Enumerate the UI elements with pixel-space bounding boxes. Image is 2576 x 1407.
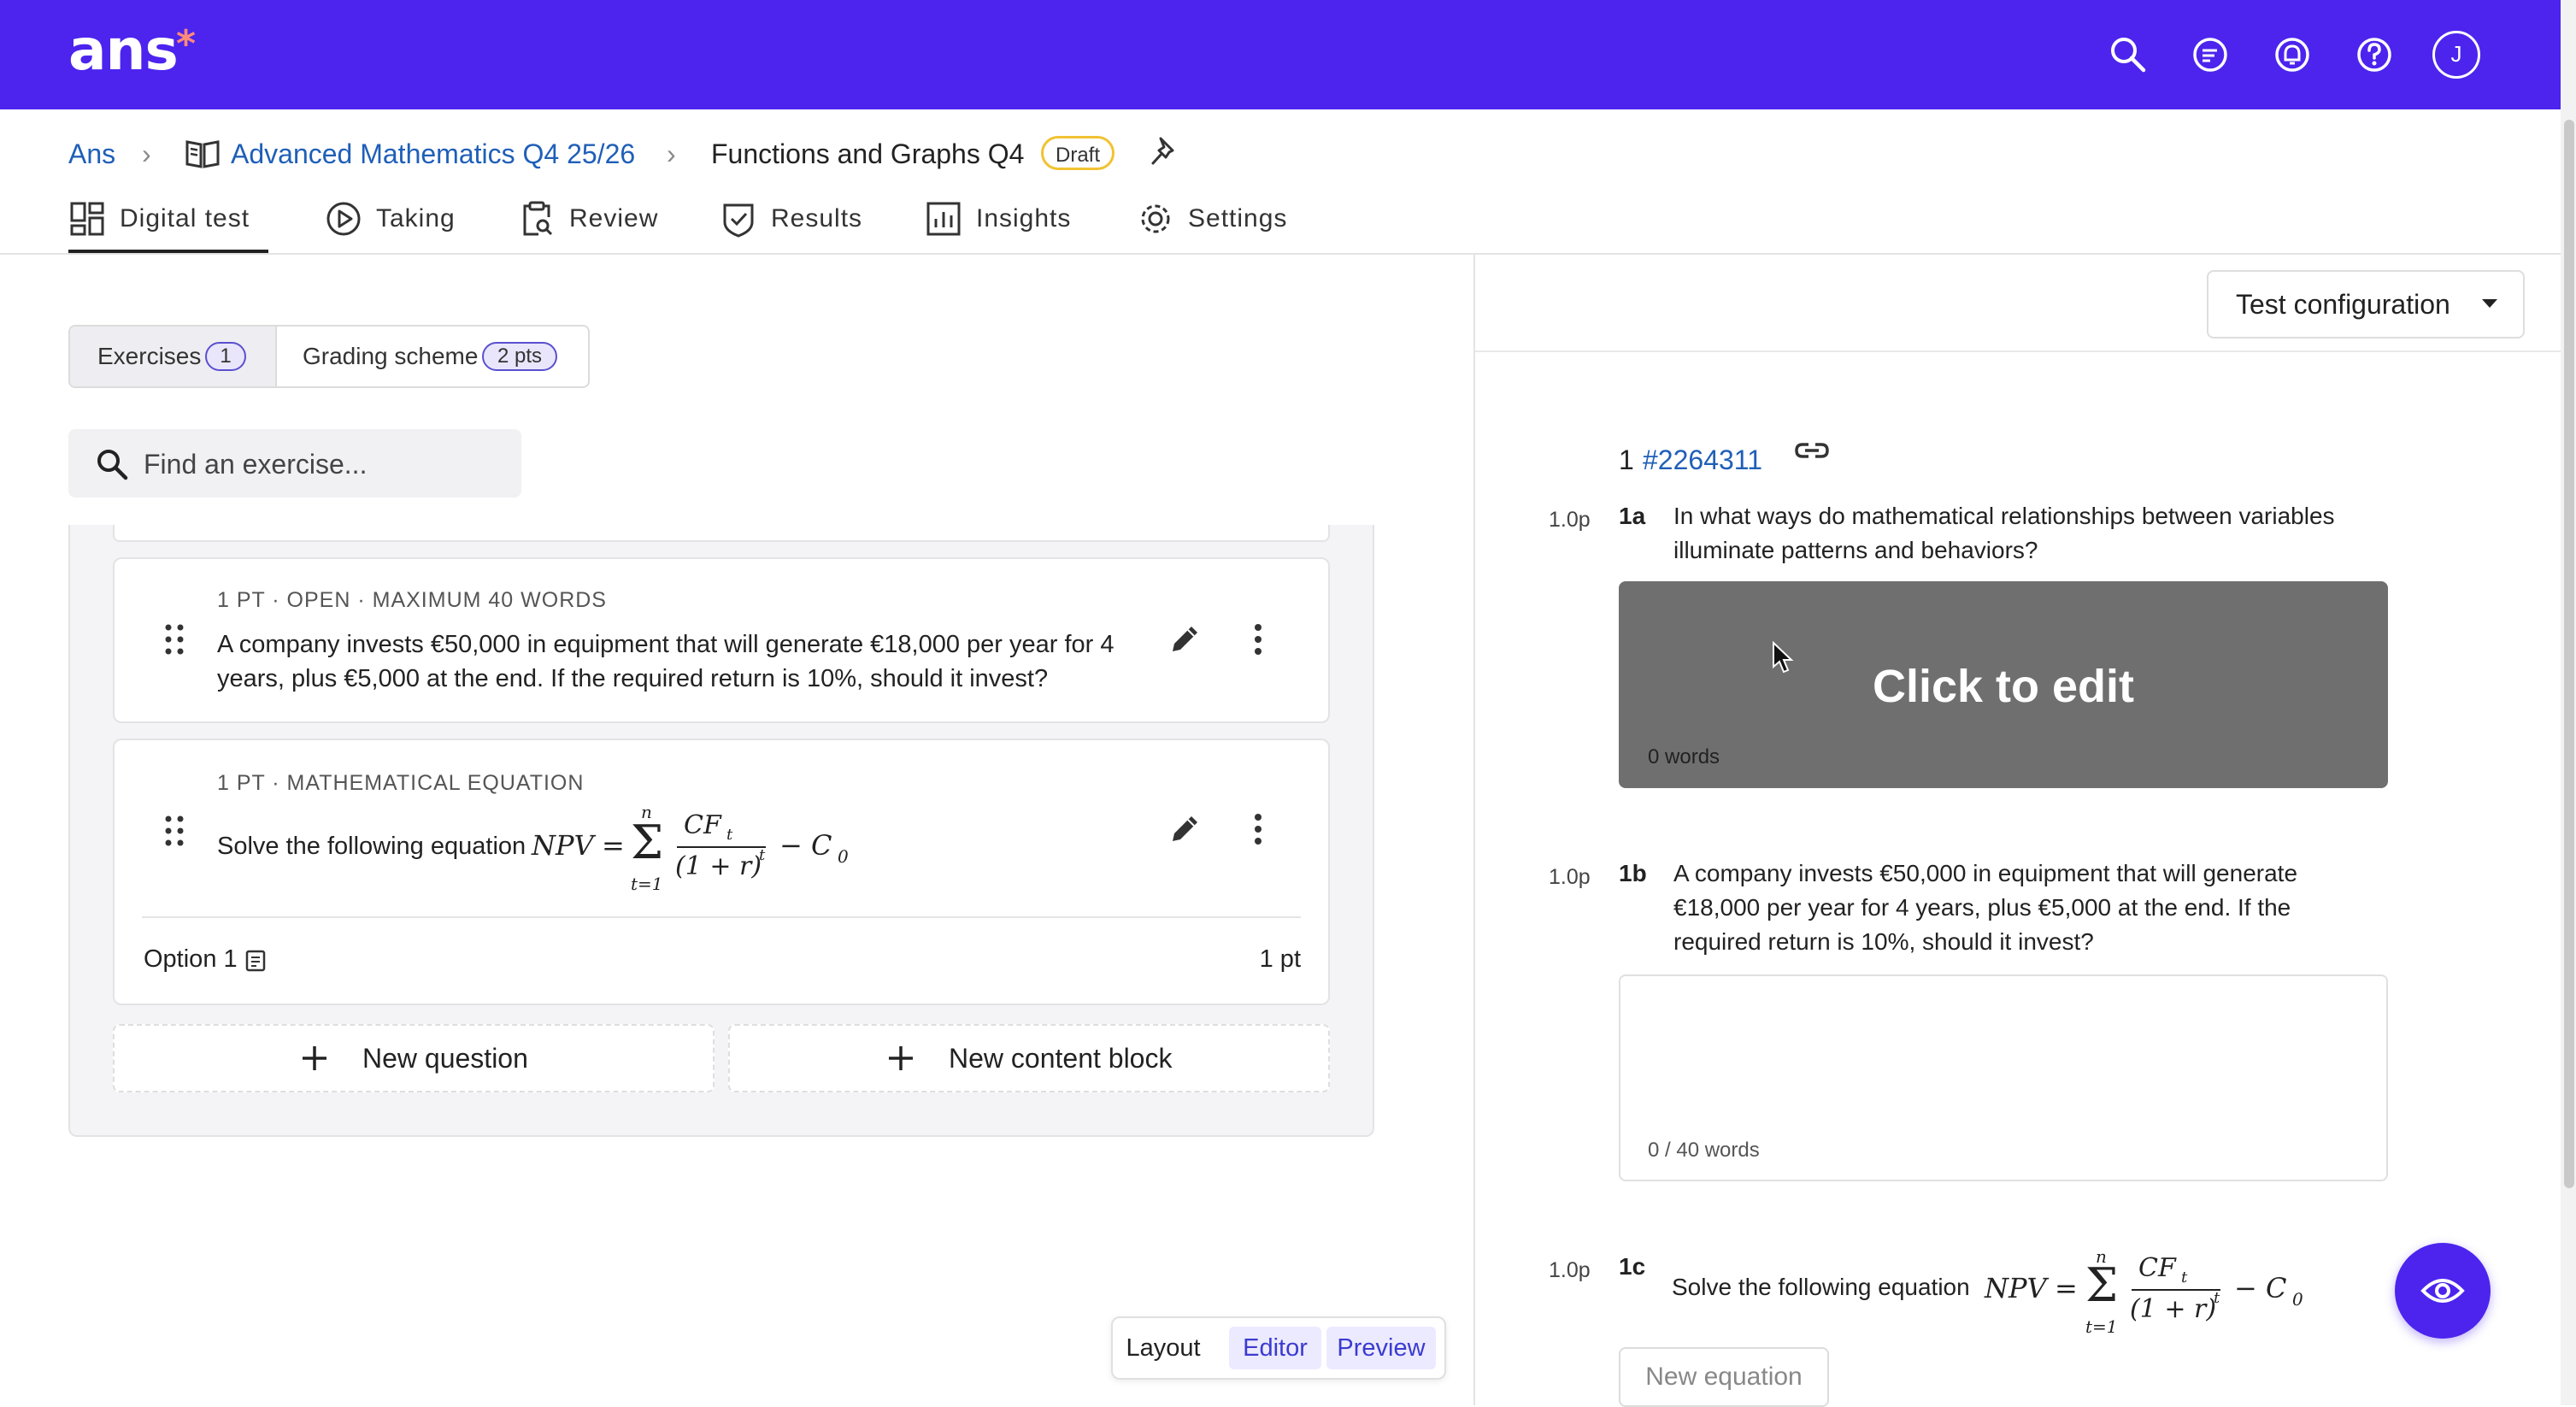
item-label: 1c (1619, 1253, 1646, 1280)
exercises-segment[interactable]: Exercises 1 (70, 327, 277, 386)
exercises-label: Exercises (97, 343, 202, 369)
more-options-icon[interactable] (1248, 810, 1268, 848)
new-equation-button[interactable]: New equation (1619, 1347, 1829, 1407)
tab-label: Taking (376, 204, 456, 233)
answer-field[interactable]: 0 / 40 words (1619, 974, 2388, 1181)
caret-down-icon (2482, 299, 2497, 308)
breadcrumb-root[interactable]: Ans (68, 135, 115, 173)
header-divider (0, 253, 2561, 255)
breadcrumb-test-title: Functions and Graphs Q4 (711, 138, 1025, 169)
app-logo[interactable]: ans (68, 17, 179, 83)
tab-label: Results (771, 204, 863, 233)
edit-icon[interactable] (1166, 810, 1203, 848)
bar-chart-icon (926, 202, 961, 236)
search-input[interactable] (142, 429, 513, 499)
question-meta: 1 PT · OPEN · MAXIMUM 40 WORDS (217, 588, 607, 612)
status-badge: Draft (1041, 136, 1115, 170)
answer-field[interactable]: Click to edit 0 words (1619, 581, 2388, 788)
item-points: 1.0p (1549, 1258, 1591, 1282)
question-card[interactable]: 1 PT · OPEN · MAXIMUM 40 WORDS A company… (113, 557, 1330, 723)
option-points: 1 pt (1259, 945, 1301, 973)
link-icon[interactable] (1793, 438, 1831, 465)
question-text: A company invests €50,000 in equipment t… (217, 631, 1115, 692)
mouse-cursor-icon (1773, 641, 1794, 674)
drag-handle-icon[interactable] (162, 814, 186, 848)
tab-label: Settings (1188, 204, 1288, 233)
exercise-number: 1 (1619, 444, 1634, 475)
option-label: Option 1 (144, 945, 238, 973)
search-icon (97, 450, 128, 480)
notifications-icon[interactable] (2268, 31, 2316, 79)
exercise-view-switch: Exercises 1 Grading scheme 2 pts (68, 325, 590, 388)
page-scrollbar-thumb[interactable] (2564, 120, 2574, 1188)
play-circle-icon (326, 202, 361, 236)
preview-header-divider (1475, 350, 2561, 352)
item-text: A company invests €50,000 in equipment t… (1673, 860, 2298, 955)
npv-equation: NPV = n Σ t=1 CF t (1 + r) t − C 0 (1985, 1246, 2303, 1337)
plus-icon (303, 1046, 326, 1070)
exercise-id-link[interactable]: #2264311 (1643, 444, 1762, 476)
previous-card-edge (113, 525, 1330, 542)
grading-scheme-label: Grading scheme (303, 343, 479, 369)
editor-view-button[interactable]: Editor (1229, 1327, 1321, 1369)
click-to-edit-overlay: Click to edit (1872, 661, 2135, 712)
panel-divider[interactable] (1473, 255, 1475, 1405)
dashboard-icon (70, 202, 104, 236)
note-icon[interactable] (244, 949, 267, 973)
gear-icon (1141, 204, 1170, 233)
exercise-search (68, 429, 521, 499)
book-icon (185, 140, 220, 168)
tab-label: Insights (976, 204, 1072, 233)
question-meta: 1 PT · MATHEMATICAL EQUATION (217, 771, 585, 795)
preview-view-button[interactable]: Preview (1326, 1327, 1436, 1369)
grading-scheme-segment[interactable]: Grading scheme 2 pts (277, 327, 588, 386)
tab-label: Digital test (120, 204, 250, 233)
top-bar (0, 0, 2561, 109)
tab-results[interactable]: Results (720, 198, 873, 239)
exercises-count-badge: 1 (205, 342, 246, 371)
tab-insights[interactable]: Insights (925, 198, 1087, 239)
tab-review[interactable]: Review (518, 198, 672, 239)
feedback-icon[interactable] (2186, 31, 2234, 79)
tab-label: Review (569, 204, 659, 233)
question-text: Solve the following equation (217, 833, 526, 860)
item-points: 1.0p (1549, 508, 1591, 532)
search-icon[interactable] (2104, 31, 2152, 79)
pin-icon[interactable] (1147, 135, 1181, 169)
new-content-block-button[interactable]: New content block (728, 1024, 1330, 1092)
question-card[interactable]: 1 PT · MATHEMATICAL EQUATION Solve the f… (113, 739, 1330, 1005)
item-text: Solve the following equation (1672, 1274, 1970, 1300)
tab-digital-test[interactable]: Digital test (68, 198, 273, 239)
chevron-right-icon: › (667, 138, 676, 169)
user-avatar-icon[interactable]: J (2432, 31, 2480, 79)
tab-taking[interactable]: Taking (325, 198, 470, 239)
preview-fab-button[interactable] (2395, 1243, 2491, 1339)
item-points: 1.0p (1549, 865, 1591, 889)
item-label: 1a (1619, 503, 1646, 529)
item-label: 1b (1619, 860, 1647, 886)
logo-mark: * (176, 22, 197, 66)
eye-icon (2420, 1279, 2465, 1303)
word-count: 0 words (1648, 745, 1720, 768)
option-divider (142, 916, 1301, 918)
npv-equation: NPV = n Σ t=1 CF t (1 + r) t − C 0 (532, 802, 849, 894)
drag-handle-icon[interactable] (162, 622, 186, 656)
view-mode-toggle: Layout Editor Preview (1111, 1316, 1446, 1380)
help-icon[interactable] (2350, 31, 2398, 79)
layout-view-button[interactable]: Layout (1123, 1327, 1203, 1369)
item-text: In what ways do mathematical relationshi… (1673, 503, 2335, 563)
word-count: 0 / 40 words (1648, 1139, 1760, 1162)
tab-settings[interactable]: Settings (1137, 198, 1308, 239)
new-question-button[interactable]: New question (113, 1024, 715, 1092)
shield-check-icon (723, 203, 754, 238)
grading-points-badge: 2 pts (482, 342, 557, 371)
chevron-right-icon: › (142, 138, 151, 169)
test-configuration-dropdown[interactable]: Test configuration (2207, 270, 2525, 339)
clipboard-search-icon (523, 201, 553, 236)
more-options-icon[interactable] (1248, 621, 1268, 658)
breadcrumb-course[interactable]: Advanced Mathematics Q4 25/26 (231, 135, 635, 173)
edit-icon[interactable] (1166, 621, 1203, 658)
plus-icon (889, 1046, 913, 1070)
